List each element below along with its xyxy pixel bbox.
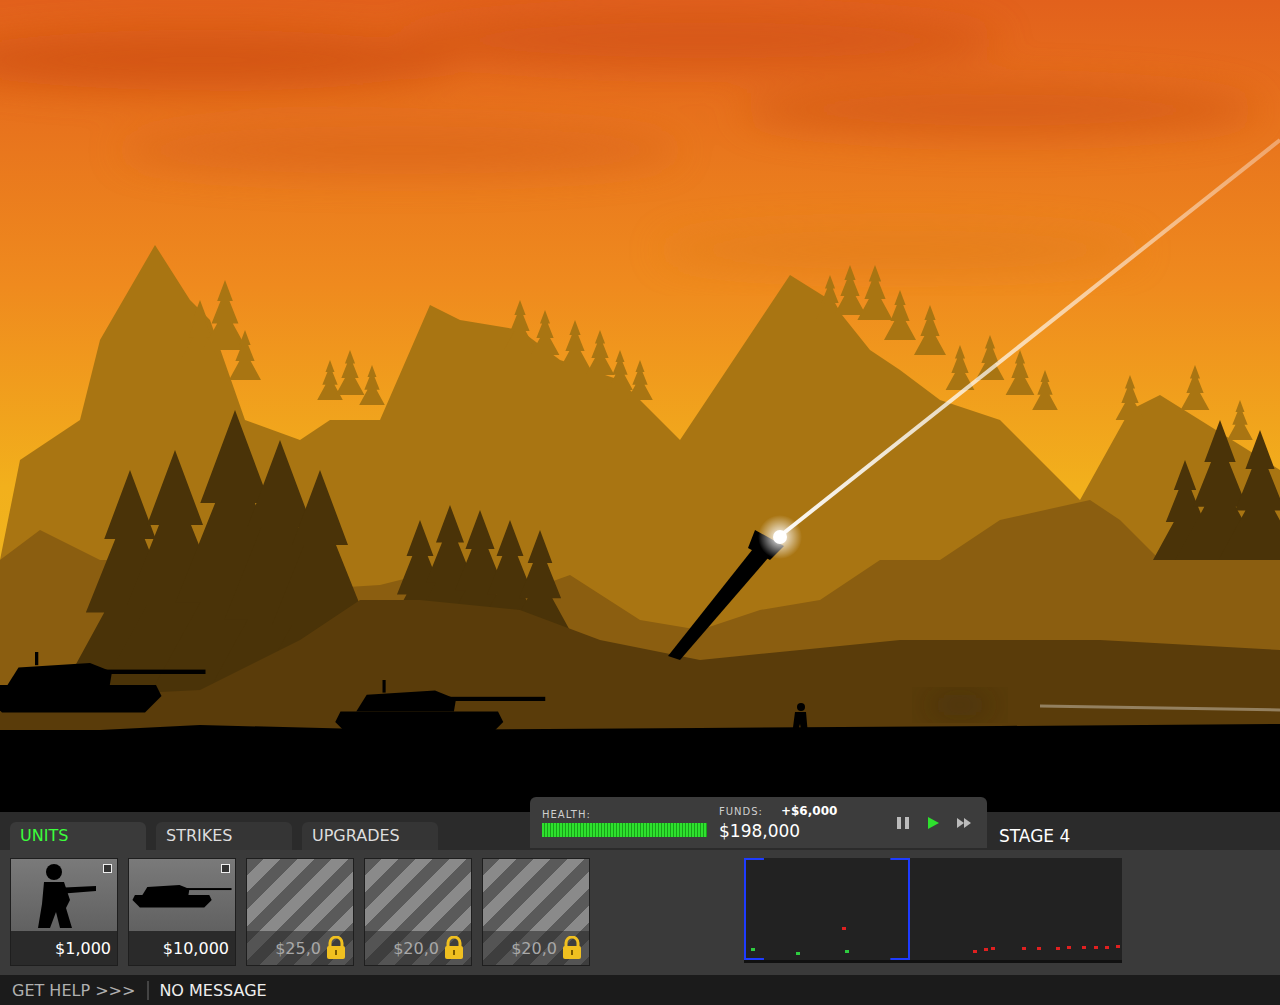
unit-card[interactable]: $1,000 <box>10 858 118 966</box>
speed-controls <box>893 813 975 833</box>
minimap-unit-dot <box>1022 947 1026 950</box>
minimap-unit-dot <box>984 948 988 951</box>
tab-list: UNITS STRIKES UPGRADES <box>10 822 438 850</box>
pause-icon <box>895 815 911 831</box>
minimap-unit-dot <box>991 947 995 950</box>
tank-unit <box>335 680 545 738</box>
minimap-unit-dot <box>1082 946 1086 949</box>
hotkey-checkbox[interactable] <box>103 864 112 873</box>
minimap-unit-dot <box>842 927 846 930</box>
minimap-unit-dot <box>751 948 755 951</box>
tab-row: UNITSSTRIKESUPGRADESHEALTH:FUNDS:+$6,000… <box>0 812 1280 850</box>
unit-card[interactable]: $20,0 <box>482 858 590 966</box>
game-screen: UNITS STRIKES UPGRADES HEALTH: FUNDS: +$6,000… <box>0 0 1280 1005</box>
health-fill <box>542 823 707 837</box>
unit-card[interactable]: $10,000 <box>128 858 236 966</box>
near-hills <box>0 600 1280 812</box>
units-tray: $1,000 $10,000 $25,0 $20,0 $20,0 <box>0 850 1280 975</box>
stage-label: STAGE 4 <box>999 826 1070 846</box>
minimap-unit-dot <box>796 952 800 955</box>
unit-price: $25,0 <box>247 931 353 965</box>
minimap-unit-dot <box>1037 947 1041 950</box>
minimap-unit-dot <box>1105 946 1109 949</box>
get-help-link[interactable]: GET HELP >>> <box>0 981 147 1000</box>
tank-unit <box>0 652 206 713</box>
battlefield[interactable] <box>0 0 1280 812</box>
funds-value: $198,000 <box>719 821 837 841</box>
infantry-icon <box>24 860 104 930</box>
shell-trail <box>1040 706 1280 710</box>
minimap-unit-dot <box>973 950 977 953</box>
minimap-unit-dot <box>1094 946 1098 949</box>
funds-label: FUNDS: <box>719 806 763 817</box>
health-section: HEALTH: <box>542 809 707 837</box>
unit-card[interactable]: $20,0 <box>364 858 472 966</box>
unit-price: $20,0 <box>483 931 589 965</box>
battlefield-scene <box>0 0 1280 812</box>
minimap-unit-dot <box>1116 945 1120 948</box>
tab[interactable]: UPGRADES <box>302 822 438 850</box>
minimap-unit-dot <box>845 950 849 953</box>
funds-section: FUNDS: +$6,000 $198,000 <box>719 804 837 841</box>
tab[interactable]: STRIKES <box>156 822 292 850</box>
unit-image <box>11 859 117 931</box>
unit-image <box>483 859 589 931</box>
fast-button[interactable] <box>953 813 975 833</box>
status-hud: HEALTH: FUNDS: +$6,000 $198,000 <box>530 797 987 848</box>
lock-icon <box>561 936 583 960</box>
health-bar <box>542 823 707 837</box>
hotkey-checkbox[interactable] <box>221 864 230 873</box>
fast-forward-icon <box>955 815 973 831</box>
missile <box>668 515 802 660</box>
play-button[interactable] <box>923 813 943 833</box>
soldier-unit <box>792 703 808 735</box>
minimap-unit-dot <box>1056 947 1060 950</box>
unit-image <box>247 859 353 931</box>
message-text: NO MESSAGE <box>147 981 266 1000</box>
unit-card[interactable]: $25,0 <box>246 858 354 966</box>
clouds <box>0 10 1260 270</box>
tank-icon <box>130 870 234 920</box>
pause-button[interactable] <box>893 813 913 833</box>
unit-price: $1,000 <box>11 931 117 965</box>
play-icon <box>925 815 941 831</box>
funds-delta: +$6,000 <box>781 804 837 818</box>
health-label: HEALTH: <box>542 809 707 820</box>
smoke <box>920 690 1000 720</box>
unit-price: $10,000 <box>129 931 235 965</box>
sky <box>0 0 1280 812</box>
far-mountains <box>0 245 1280 812</box>
control-panel: UNITSSTRIKESUPGRADESHEALTH:FUNDS:+$6,000… <box>0 812 1280 975</box>
tab[interactable]: UNITS <box>10 822 146 850</box>
message-bar: GET HELP >>>NO MESSAGE <box>0 975 1280 1005</box>
minimap-unit-dot <box>1067 946 1071 949</box>
unit-image <box>129 859 235 931</box>
missile-trail <box>780 140 1280 536</box>
minimap[interactable] <box>744 858 1122 963</box>
minimap-viewport[interactable] <box>744 858 910 960</box>
unit-price: $20,0 <box>365 931 471 965</box>
unit-image <box>365 859 471 931</box>
lock-icon <box>325 936 347 960</box>
lock-icon <box>443 936 465 960</box>
